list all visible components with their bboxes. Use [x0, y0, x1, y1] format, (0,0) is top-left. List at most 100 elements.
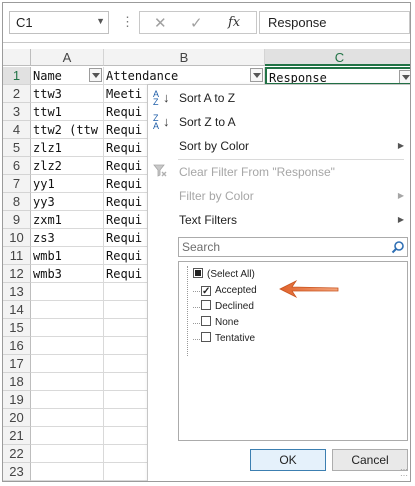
- insert-function-icon[interactable]: fx: [228, 15, 240, 30]
- list-item-select-all[interactable]: (Select All): [193, 267, 255, 283]
- list-item-none[interactable]: None: [193, 315, 239, 331]
- cell-text: ttw3: [33, 87, 62, 101]
- ok-button[interactable]: OK: [250, 449, 326, 471]
- filter-dropdown-icon[interactable]: [250, 68, 263, 82]
- row-header[interactable]: 11: [3, 247, 31, 265]
- cell-a20[interactable]: [31, 409, 104, 427]
- resize-grip-icon[interactable]: ⋯ ⋯: [400, 466, 408, 480]
- row-header[interactable]: 10: [3, 229, 31, 247]
- cell-a3[interactable]: ttw1: [31, 103, 104, 121]
- cell-a23[interactable]: [31, 463, 104, 481]
- row-header[interactable]: 16: [3, 337, 31, 355]
- filter-by-color-item: Filter by Color ▶: [148, 185, 410, 207]
- more-options-icon[interactable]: ⋮: [121, 14, 134, 30]
- clear-filter-item: Clear Filter From "Response": [148, 161, 410, 183]
- row-header[interactable]: 22: [3, 445, 31, 463]
- menu-separator: [178, 159, 404, 160]
- cell-a1[interactable]: Name: [31, 67, 104, 85]
- list-item-declined[interactable]: Declined: [193, 299, 254, 315]
- checkbox-partial[interactable]: [193, 268, 203, 278]
- cell-a7[interactable]: yy1: [31, 175, 104, 193]
- cell-text: Attendance: [106, 69, 179, 83]
- sort-by-color-item[interactable]: Sort by Color ▶: [148, 135, 410, 157]
- cell-a15[interactable]: [31, 319, 104, 337]
- row-header[interactable]: 5: [3, 139, 31, 157]
- name-box[interactable]: C1 ▼: [9, 11, 109, 34]
- row-header[interactable]: 1: [3, 67, 31, 85]
- row-header[interactable]: 15: [3, 319, 31, 337]
- cell-a8[interactable]: yy3: [31, 193, 104, 211]
- cell-a11[interactable]: wmb1: [31, 247, 104, 265]
- cell-a6[interactable]: zlz2: [31, 157, 104, 175]
- cell-a13[interactable]: [31, 283, 104, 301]
- cell-text: wmb1: [33, 249, 62, 263]
- cancel-button[interactable]: Cancel: [332, 449, 408, 471]
- row-header[interactable]: 13: [3, 283, 31, 301]
- cell-a10[interactable]: zs3: [31, 229, 104, 247]
- row-header[interactable]: 19: [3, 391, 31, 409]
- cell-a16[interactable]: [31, 337, 104, 355]
- checkbox-checked[interactable]: ✓: [201, 286, 211, 297]
- cell-text: Requi: [106, 231, 143, 245]
- column-header-b[interactable]: B: [104, 49, 265, 66]
- cell-c1[interactable]: Response: [265, 67, 410, 85]
- clear-filter-icon: [153, 164, 171, 180]
- cancel-icon[interactable]: ✕: [154, 14, 167, 32]
- column-header-a[interactable]: A: [31, 49, 104, 66]
- select-all-corner[interactable]: [3, 49, 31, 66]
- cell-a12[interactable]: wmb3: [31, 265, 104, 283]
- row-header[interactable]: 12: [3, 265, 31, 283]
- tree-branch: [193, 339, 200, 340]
- row-header[interactable]: 8: [3, 193, 31, 211]
- sort-ascending-icon: A Z ↓: [153, 89, 170, 107]
- sort-a-to-z-label: Sort A to Z: [179, 91, 236, 105]
- submenu-arrow-icon: ▶: [397, 141, 404, 150]
- cell-a4[interactable]: ttw2 (ttw: [31, 121, 104, 139]
- row-header[interactable]: 3: [3, 103, 31, 121]
- tree-branch: [193, 323, 200, 324]
- cell-a17[interactable]: [31, 355, 104, 373]
- row-header[interactable]: 18: [3, 373, 31, 391]
- cell-a5[interactable]: zlz1: [31, 139, 104, 157]
- cell-a9[interactable]: zxm1: [31, 211, 104, 229]
- filter-dropdown-icon[interactable]: [399, 70, 410, 83]
- row-header[interactable]: 2: [3, 85, 31, 103]
- list-item-label: Declined: [215, 301, 254, 312]
- checkbox-unchecked[interactable]: [201, 316, 211, 326]
- cell-text: ttw1: [33, 105, 62, 119]
- row-header[interactable]: 21: [3, 427, 31, 445]
- text-filters-item[interactable]: Text Filters ▶: [148, 209, 410, 231]
- row-header[interactable]: 9: [3, 211, 31, 229]
- formula-buttons: ✕ ✓ fx: [139, 11, 257, 34]
- row-header[interactable]: 7: [3, 175, 31, 193]
- cell-b1[interactable]: Attendance: [104, 67, 265, 85]
- sort-a-to-z-item[interactable]: A Z ↓ Sort A to Z: [148, 87, 410, 109]
- column-header-c[interactable]: C: [265, 49, 410, 66]
- cell-a22[interactable]: [31, 445, 104, 463]
- checkbox-unchecked[interactable]: [201, 332, 211, 342]
- row-header[interactable]: 6: [3, 157, 31, 175]
- cell-a14[interactable]: [31, 301, 104, 319]
- check-icon[interactable]: ✓: [190, 14, 203, 32]
- row-header[interactable]: 14: [3, 301, 31, 319]
- filter-dropdown-icon[interactable]: [89, 68, 102, 82]
- row-header[interactable]: 23: [3, 463, 31, 481]
- search-icon: [391, 241, 404, 254]
- row-header[interactable]: 4: [3, 121, 31, 139]
- checkbox-unchecked[interactable]: [201, 300, 211, 310]
- list-item-accepted[interactable]: ✓ Accepted: [193, 283, 257, 299]
- cell-a18[interactable]: [31, 373, 104, 391]
- clear-filter-label: Clear Filter From "Response": [179, 165, 335, 179]
- chevron-down-icon[interactable]: ▼: [96, 16, 105, 26]
- row-header[interactable]: 20: [3, 409, 31, 427]
- cell-a21[interactable]: [31, 427, 104, 445]
- list-item-label: Accepted: [215, 285, 257, 296]
- cell-a2[interactable]: ttw3: [31, 85, 104, 103]
- formula-input[interactable]: Response: [259, 11, 410, 34]
- sort-z-to-a-item[interactable]: Z A ↓ Sort Z to A: [148, 111, 410, 133]
- list-item-tentative[interactable]: Tentative: [193, 331, 255, 347]
- search-input[interactable]: Search: [178, 237, 408, 257]
- row-header[interactable]: 17: [3, 355, 31, 373]
- sort-z-to-a-label: Sort Z to A: [179, 115, 236, 129]
- cell-a19[interactable]: [31, 391, 104, 409]
